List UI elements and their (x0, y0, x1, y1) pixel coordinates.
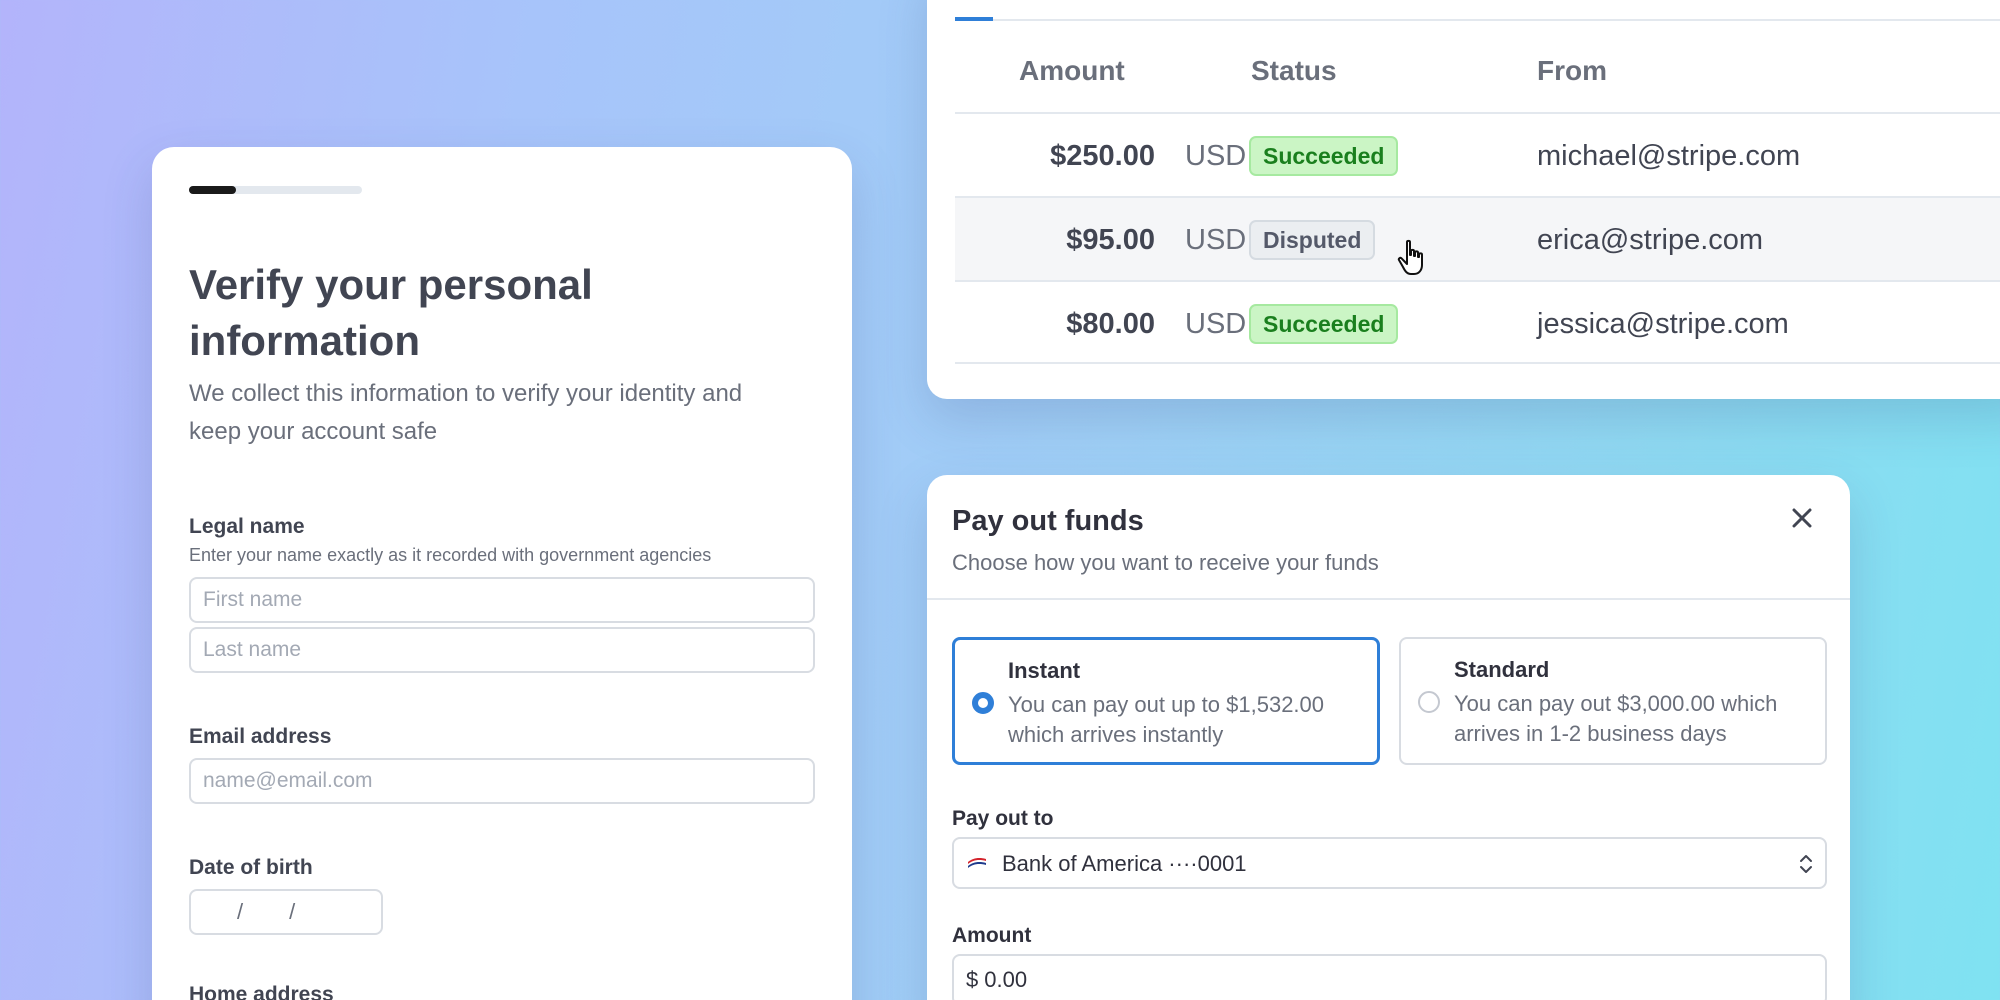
legal-name-label: Legal name (189, 515, 305, 538)
verify-identity-card: Verify your personal information We coll… (152, 147, 852, 1000)
home-address-label: Home address (189, 983, 334, 1000)
status-badge: Disputed (1249, 220, 1376, 260)
email-label: Email address (189, 725, 332, 748)
amount-label: Amount (952, 924, 1032, 947)
progress-bar-fill (189, 186, 236, 194)
option-description: You can pay out $3,000.00 which arrives … (1454, 691, 1778, 746)
chevron-up-down-icon (1800, 855, 1812, 873)
payment-from: michael@stripe.com (1537, 139, 1801, 172)
column-header-status[interactable]: Status (1251, 55, 1337, 87)
table-row[interactable]: $250.00 USD Succeeded michael@stripe.com (955, 112, 2000, 196)
payment-amount: $95.00 (1066, 223, 1155, 256)
payments-table-card: Amount Status From $250.00 USD Succeeded… (927, 0, 2000, 399)
progress-bar (189, 186, 362, 194)
payment-amount: $250.00 (1050, 139, 1155, 172)
close-icon[interactable] (1787, 503, 1817, 533)
email-field[interactable] (189, 758, 815, 804)
radio-selected-icon[interactable] (972, 692, 994, 714)
tab-bar-divider (955, 19, 2000, 21)
payment-from: erica@stripe.com (1537, 223, 1764, 256)
status-badge: Succeeded (1249, 304, 1399, 344)
pay-out-to-select[interactable]: Bank of America ····0001 (952, 837, 1827, 889)
radio-unselected-icon[interactable] (1418, 691, 1440, 713)
payment-amount: $80.00 (1066, 307, 1155, 340)
date-of-birth-input[interactable]: / / (189, 889, 383, 935)
column-header-amount[interactable]: Amount (1019, 55, 1125, 87)
selected-bank-account: Bank of America ····0001 (1002, 851, 1247, 876)
currency-prefix: $ (966, 967, 979, 992)
bank-of-america-flag-icon (968, 858, 986, 868)
option-title: Instant (1008, 658, 1081, 683)
payment-currency: USD (1185, 139, 1247, 172)
dob-separator: / (237, 899, 244, 924)
dob-label: Date of birth (189, 856, 313, 879)
dob-separator: / (289, 899, 296, 924)
payment-currency: USD (1185, 223, 1247, 256)
dialog-divider (927, 598, 1850, 600)
dialog-title: Pay out funds (952, 505, 1144, 537)
payout-option-standard[interactable]: Standard You can pay out $3,000.00 which… (1399, 637, 1827, 765)
table-row[interactable]: $80.00 USD Succeeded jessica@stripe.com (955, 280, 2000, 364)
page-title: Verify your personal information (189, 261, 593, 364)
payment-from: jessica@stripe.com (1537, 307, 1789, 340)
active-tab-indicator (955, 17, 993, 21)
column-header-from[interactable]: From (1537, 55, 1607, 87)
option-title: Standard (1454, 657, 1550, 682)
payout-option-instant[interactable]: Instant You can pay out up to $1,532.00 … (952, 637, 1380, 765)
dialog-subtitle: Choose how you want to receive your fund… (952, 550, 1379, 575)
payout-funds-dialog: Pay out funds Choose how you want to rec… (927, 475, 1850, 1000)
status-badge: Succeeded (1249, 136, 1399, 176)
pay-out-to-label: Pay out to (952, 807, 1054, 830)
amount-input[interactable] (984, 967, 1785, 993)
last-name-input[interactable] (189, 627, 815, 673)
payment-currency: USD (1185, 307, 1247, 340)
table-row[interactable]: $95.00 USD Disputed erica@stripe.com (955, 196, 2000, 280)
hand-pointer-cursor-icon (1397, 239, 1423, 275)
page-subtitle: We collect this information to verify yo… (189, 380, 743, 445)
first-name-input[interactable] (189, 577, 815, 623)
option-description: You can pay out up to $1,532.00 which ar… (1008, 692, 1325, 747)
legal-name-hint: Enter your name exactly as it recorded w… (189, 545, 712, 565)
amount-field[interactable]: $ (952, 954, 1827, 1000)
